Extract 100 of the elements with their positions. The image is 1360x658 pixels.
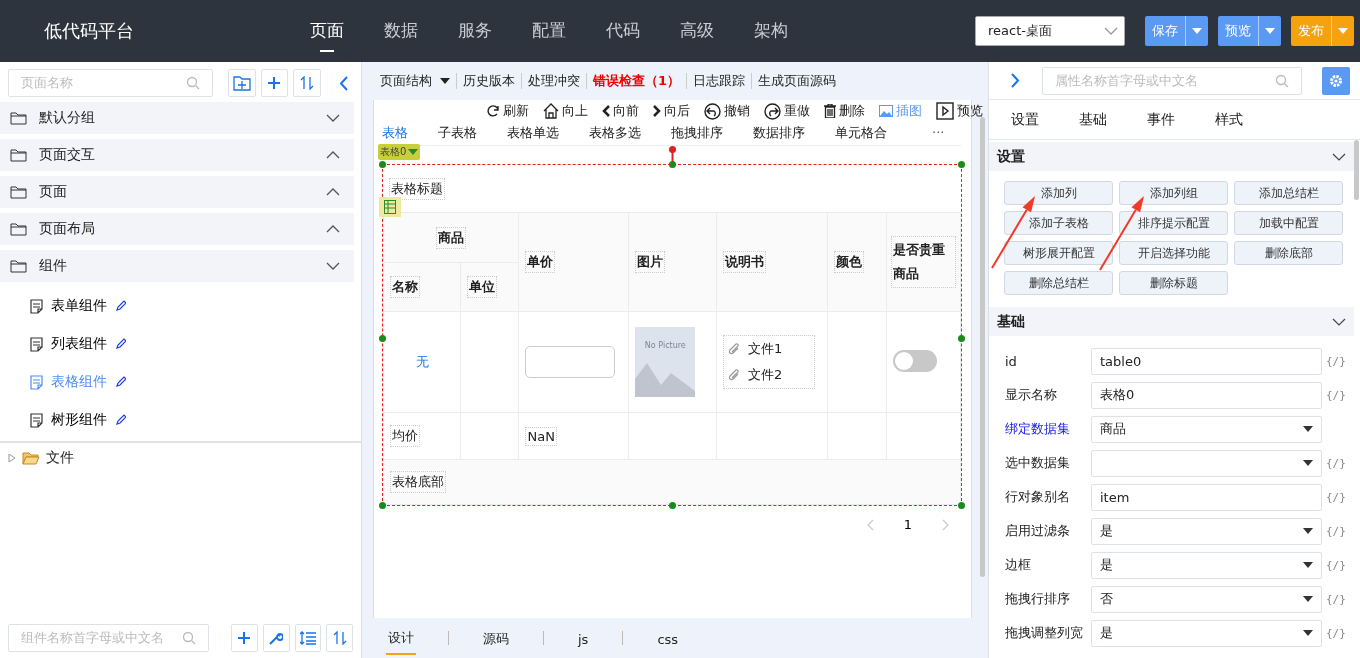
resize-handle[interactable] bbox=[379, 335, 386, 342]
select-field[interactable]: 是 bbox=[1091, 551, 1322, 579]
component-tab[interactable]: 数据排序 bbox=[753, 123, 805, 142]
sort-button[interactable] bbox=[326, 624, 353, 652]
table-settings-icon[interactable] bbox=[379, 197, 401, 217]
component-item[interactable]: 树形组件 bbox=[0, 401, 354, 439]
view-tab[interactable]: 源码 bbox=[481, 622, 511, 654]
expression-toggle[interactable]: {/} bbox=[1326, 626, 1346, 640]
select-field[interactable]: 是 bbox=[1091, 517, 1322, 545]
toolbar-button[interactable]: 撤销 bbox=[704, 102, 750, 120]
chevron-up-icon[interactable] bbox=[326, 188, 340, 196]
platform-select[interactable]: react-桌面 bbox=[975, 16, 1125, 46]
select-field[interactable]: 否 bbox=[1091, 585, 1322, 613]
chevron-down-icon[interactable] bbox=[326, 262, 340, 270]
new-folder-button[interactable] bbox=[228, 69, 256, 97]
action-button[interactable]: 添加列 bbox=[1004, 181, 1113, 205]
expression-toggle[interactable]: {/} bbox=[1326, 354, 1346, 368]
action-button[interactable]: 开启选择功能 bbox=[1119, 241, 1228, 265]
nav-tab[interactable]: 代码 bbox=[606, 10, 640, 52]
expand-button[interactable] bbox=[1011, 73, 1020, 88]
component-item[interactable]: 列表组件 bbox=[0, 325, 354, 363]
group-header[interactable]: 页面布局 bbox=[0, 213, 354, 245]
property-tab[interactable]: 设置 bbox=[1011, 110, 1039, 129]
group-header[interactable]: 页面 bbox=[0, 176, 354, 208]
action-button[interactable]: 删除标题 bbox=[1119, 271, 1228, 295]
resize-handle[interactable] bbox=[669, 502, 676, 509]
toolbar-button[interactable]: 重做 bbox=[764, 102, 810, 120]
chevron-up-icon[interactable] bbox=[326, 151, 340, 159]
wrench-button[interactable] bbox=[262, 624, 290, 652]
action-button[interactable]: 添加总结栏 bbox=[1234, 181, 1343, 205]
resize-handle[interactable] bbox=[958, 335, 965, 342]
input-field[interactable]: 表格0 bbox=[1091, 381, 1322, 409]
action-button[interactable]: 排序提示配置 bbox=[1119, 211, 1228, 235]
action-button[interactable]: 加载中配置 bbox=[1234, 211, 1343, 235]
select-field[interactable] bbox=[1091, 449, 1322, 477]
action-button[interactable]: 删除总结栏 bbox=[1004, 271, 1113, 295]
expression-toggle[interactable]: {/} bbox=[1326, 592, 1346, 606]
resize-handle[interactable] bbox=[958, 161, 965, 168]
toggle-switch[interactable] bbox=[893, 349, 938, 372]
caret-right-icon[interactable] bbox=[8, 454, 16, 462]
resize-handle[interactable] bbox=[379, 161, 386, 168]
view-tab[interactable]: 设计 bbox=[386, 621, 416, 655]
nav-tab[interactable]: 服务 bbox=[458, 10, 492, 52]
section-header[interactable]: 基础 bbox=[989, 307, 1354, 336]
expression-toggle[interactable]: {/} bbox=[1326, 456, 1346, 470]
input-field[interactable]: item bbox=[1091, 483, 1322, 511]
resize-handle[interactable] bbox=[379, 502, 386, 509]
group-header[interactable]: 默认分组 bbox=[0, 102, 354, 134]
chevron-down-icon[interactable] bbox=[1332, 152, 1346, 161]
toolbar-button[interactable]: 预览 bbox=[936, 102, 983, 120]
component-tab[interactable]: 拖拽排序 bbox=[671, 123, 723, 142]
settings-button[interactable] bbox=[1322, 66, 1350, 95]
sort-button[interactable] bbox=[293, 69, 321, 97]
tree-item[interactable]: 文件 bbox=[0, 441, 361, 473]
menu-item[interactable]: 历史版本 bbox=[457, 72, 521, 90]
file-link[interactable]: 文件1 bbox=[728, 340, 811, 358]
toolbar-button[interactable]: 删除 bbox=[824, 102, 865, 120]
nav-tab[interactable]: 页面 bbox=[310, 10, 344, 52]
more-tabs-button[interactable]: ··· bbox=[918, 125, 945, 140]
property-tab[interactable]: 基础 bbox=[1079, 110, 1107, 129]
menu-item[interactable]: 日志跟踪 bbox=[687, 72, 752, 90]
view-tab[interactable]: css bbox=[655, 623, 681, 653]
component-tag[interactable]: 表格0 bbox=[378, 144, 421, 160]
expression-toggle[interactable]: {/} bbox=[1326, 388, 1346, 402]
group-header[interactable]: 组件 bbox=[0, 250, 354, 282]
nav-tab[interactable]: 架构 bbox=[754, 10, 788, 52]
component-tab[interactable]: 子表格 bbox=[438, 123, 477, 142]
component-tab[interactable]: 表格 bbox=[382, 123, 408, 142]
resize-handle[interactable] bbox=[669, 161, 676, 168]
action-button[interactable]: 添加子表格 bbox=[1004, 211, 1113, 235]
toolbar-button[interactable]: 刷新 bbox=[486, 102, 529, 120]
indent-button[interactable] bbox=[294, 624, 322, 652]
property-tab[interactable]: 事件 bbox=[1147, 110, 1175, 129]
input-field[interactable]: table0 bbox=[1091, 347, 1322, 375]
nav-tab[interactable]: 高级 bbox=[680, 10, 714, 52]
chevron-down-icon[interactable] bbox=[326, 114, 340, 122]
input-field[interactable] bbox=[525, 346, 616, 378]
toolbar-button[interactable]: 向上 bbox=[543, 102, 588, 120]
chevron-up-icon[interactable] bbox=[326, 225, 340, 233]
property-tab[interactable]: 样式 bbox=[1215, 110, 1243, 129]
file-link[interactable]: 文件2 bbox=[728, 366, 811, 384]
menu-item[interactable]: 生成页面源码 bbox=[752, 72, 843, 90]
add-button[interactable] bbox=[260, 69, 289, 97]
component-tab[interactable]: 表格单选 bbox=[507, 123, 559, 142]
expression-toggle[interactable]: {/} bbox=[1326, 490, 1346, 504]
select-field[interactable]: 是 bbox=[1091, 619, 1322, 647]
group-header[interactable]: 页面交互 bbox=[0, 139, 354, 171]
component-tab[interactable]: 表格多选 bbox=[589, 123, 641, 142]
nav-tab[interactable]: 配置 bbox=[532, 10, 566, 52]
toolbar-button[interactable]: 向前 bbox=[602, 102, 639, 120]
expression-toggle[interactable]: {/} bbox=[1326, 524, 1346, 538]
action-button[interactable]: 添加列组 bbox=[1119, 181, 1228, 205]
chevron-down-icon[interactable] bbox=[1332, 317, 1346, 326]
expression-toggle[interactable]: {/} bbox=[1326, 558, 1346, 572]
resize-handle[interactable] bbox=[958, 502, 965, 509]
menu-item[interactable]: 页面结构 bbox=[374, 72, 456, 90]
action-button[interactable]: 树形展开配置 bbox=[1004, 241, 1113, 265]
menu-item[interactable]: 处理冲突 bbox=[522, 72, 586, 90]
add-button[interactable] bbox=[231, 624, 258, 652]
page-number[interactable]: 1 bbox=[903, 517, 912, 532]
